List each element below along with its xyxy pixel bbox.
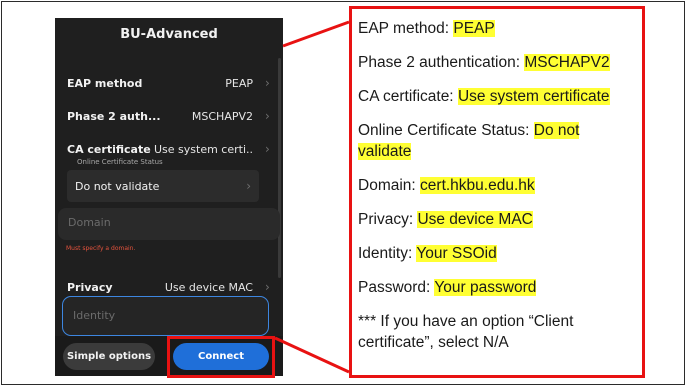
client-certificate-note: *** If you have an option “Client certif… [358, 313, 574, 351]
instruction-value: MSCHAPV2 [524, 54, 610, 71]
settings-instructions-panel: EAP method: PEAP Phase 2 authentication:… [349, 6, 645, 378]
instruction-value: Your SSOid [416, 245, 497, 262]
instruction-value: PEAP [453, 20, 495, 37]
phase2-instruction: Phase 2 authentication: MSCHAPV2 [358, 52, 634, 73]
instruction-value: Your password [434, 279, 537, 296]
instruction-label: Password: [358, 279, 435, 296]
bottom-callout-line [274, 336, 350, 374]
eap-method-instruction: EAP method: PEAP [358, 18, 634, 39]
ca-certificate-instruction: CA certificate: Use system certificate [358, 86, 634, 107]
instruction-value: Use system certificate [457, 88, 610, 105]
top-callout-line [282, 20, 350, 48]
instruction-label: EAP method: [358, 20, 454, 37]
instruction-value: Use device MAC [417, 211, 533, 228]
instruction-label: Phase 2 authentication: [358, 54, 525, 71]
instruction-label: CA certificate: [358, 88, 458, 105]
instruction-label: Privacy: [358, 211, 418, 228]
instruction-value: cert.hkbu.edu.hk [420, 177, 535, 194]
instruction-label: Domain: [358, 177, 421, 194]
password-instruction: Password: Your password [358, 277, 634, 298]
ocsp-instruction: Online Certificate Status: Do not valida… [358, 120, 634, 162]
instruction-label: Identity: [358, 245, 417, 262]
identity-instruction: Identity: Your SSOid [358, 243, 634, 264]
instruction-label: Online Certificate Status: [358, 122, 534, 139]
privacy-instruction: Privacy: Use device MAC [358, 209, 634, 230]
domain-instruction: Domain: cert.hkbu.edu.hk [358, 175, 634, 196]
